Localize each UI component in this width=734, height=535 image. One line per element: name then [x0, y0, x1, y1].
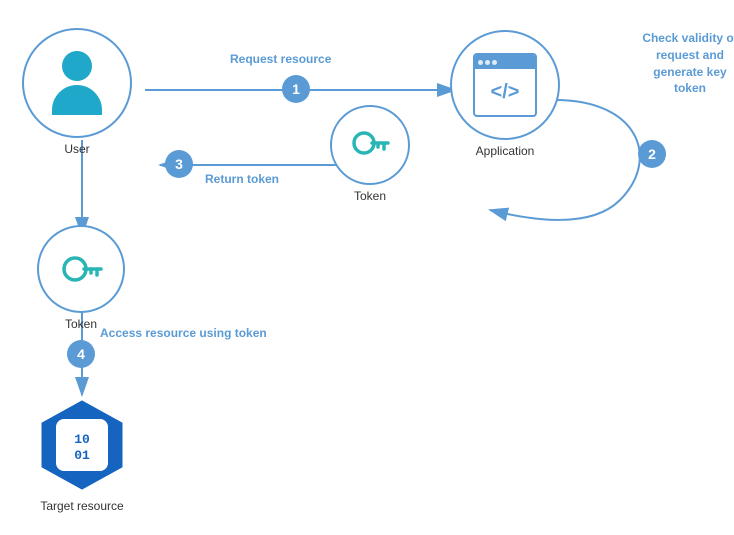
- return-token-label: Return token: [205, 172, 279, 186]
- user-label: User: [64, 142, 89, 156]
- token-user-node: Token: [37, 225, 125, 331]
- request-resource-label: Request resource: [230, 52, 331, 66]
- step4-badge: 4: [67, 340, 95, 368]
- step3-badge: 3: [165, 150, 193, 178]
- check-validity-label: Check validity of request and generate k…: [640, 30, 734, 97]
- user-icon: [52, 51, 102, 115]
- application-label: Application: [476, 144, 535, 158]
- key-mid-icon: [348, 123, 392, 167]
- svg-text:10: 10: [74, 432, 90, 447]
- target-label: Target resource: [40, 499, 123, 513]
- application-node: </> Application: [450, 30, 560, 158]
- target-resource-icon: 10 01: [34, 397, 130, 493]
- application-icon: </>: [473, 53, 537, 117]
- key-user-icon: [57, 245, 105, 293]
- token-mid-label: Token: [354, 189, 386, 203]
- token-user-label: Token: [65, 317, 97, 331]
- svg-text:01: 01: [74, 448, 90, 463]
- target-node: 10 01 Target resource: [32, 395, 132, 513]
- token-mid-node: Token: [330, 105, 410, 203]
- user-node: User: [22, 28, 132, 156]
- step2-badge: 2: [638, 140, 666, 168]
- step1-badge: 1: [282, 75, 310, 103]
- diagram: 1 2 3 4 Request resource Check validity …: [0, 0, 734, 535]
- access-resource-label: Access resource using token: [100, 325, 267, 342]
